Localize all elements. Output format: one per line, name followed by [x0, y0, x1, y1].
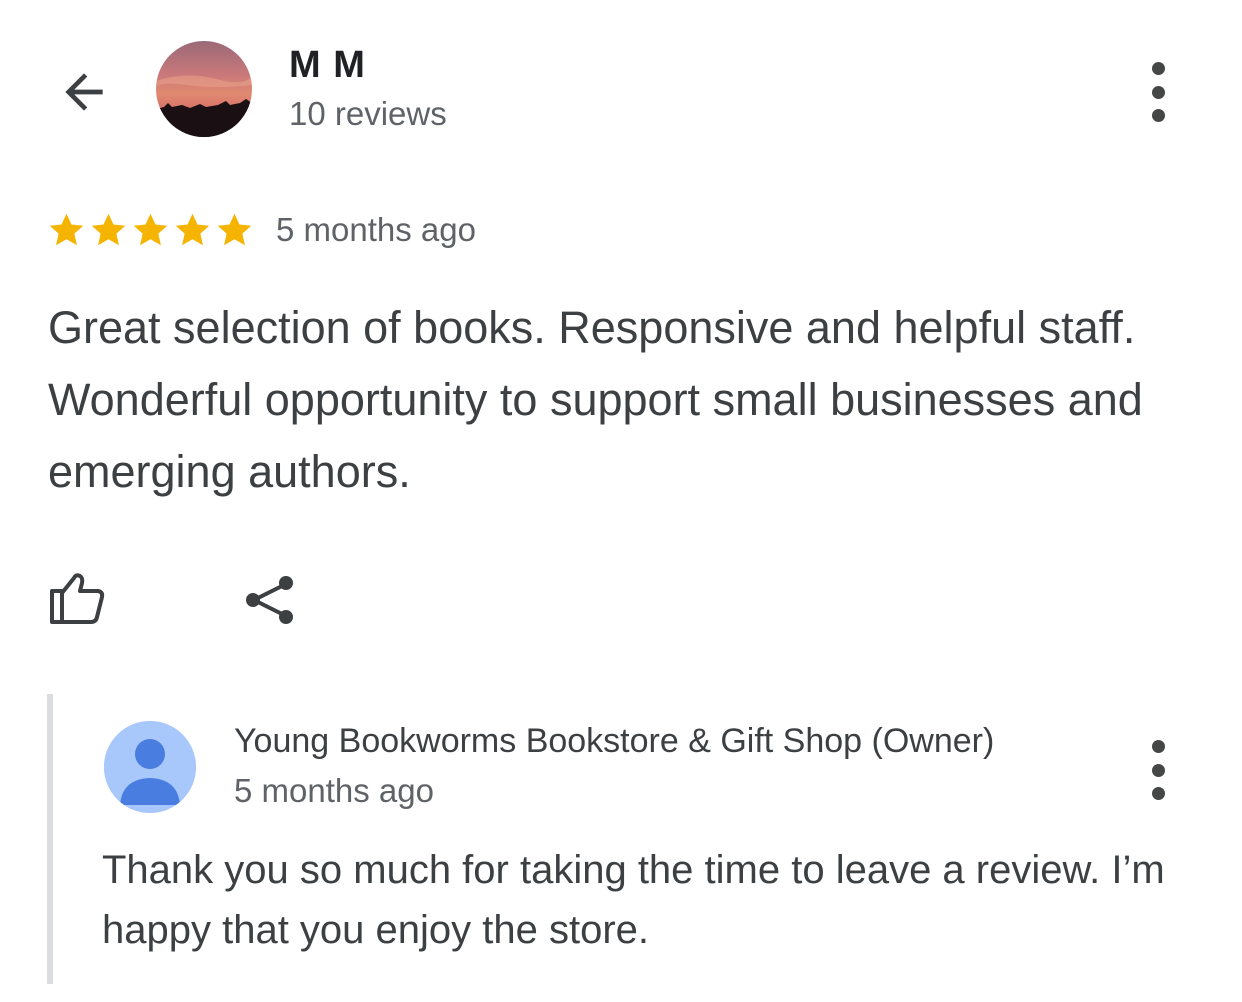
owner-avatar[interactable] [104, 721, 196, 813]
star-icon [217, 213, 252, 246]
avatar-image [156, 41, 252, 137]
star-icon [175, 213, 210, 246]
share-button[interactable] [240, 570, 302, 630]
owner-name[interactable]: Young Bookworms Bookstore & Gift Shop (O… [234, 722, 994, 761]
review-time: 5 months ago [276, 211, 476, 248]
reply-more-options-button[interactable] [1146, 740, 1170, 800]
avatar[interactable] [156, 41, 252, 137]
owner-reply-time: 5 months ago [234, 772, 434, 809]
author-name[interactable]: M M [289, 44, 366, 87]
star-icon [133, 213, 168, 246]
star-icon [91, 213, 126, 246]
arrow-back-icon [65, 73, 103, 111]
review-text: Great selection of books. Responsive and… [48, 302, 1143, 497]
owner-reply-text: Thank you so much for taking the time to… [102, 848, 1165, 952]
reply-divider [47, 694, 53, 984]
share-icon [246, 576, 293, 624]
star-rating [46, 208, 255, 252]
star-icon [49, 213, 84, 246]
review-count: 10 reviews [289, 95, 447, 132]
person-icon [104, 721, 196, 813]
more-options-button[interactable] [1146, 62, 1170, 122]
like-button[interactable] [46, 566, 112, 628]
back-button[interactable] [50, 58, 118, 126]
thumb-up-icon [50, 573, 105, 624]
